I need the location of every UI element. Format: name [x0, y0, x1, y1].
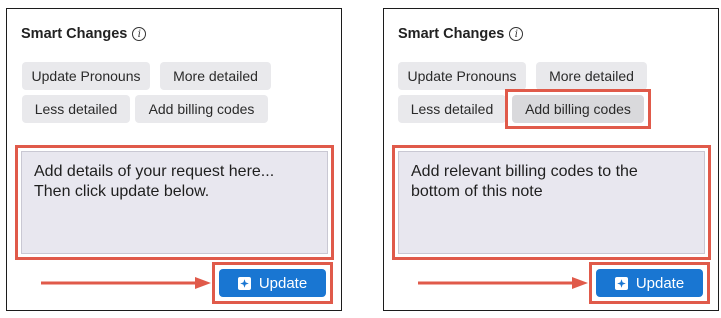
update-button-highlight: Update — [589, 262, 710, 304]
selected-chip-highlight: Add billing codes — [505, 89, 651, 129]
info-icon[interactable]: i — [509, 27, 524, 41]
chip-less-detailed[interactable]: Less detailed — [398, 95, 506, 123]
arrow-to-update-icon — [41, 277, 211, 289]
chip-update-pronouns[interactable]: Update Pronouns — [22, 62, 150, 90]
chip-less-detailed[interactable]: Less detailed — [22, 95, 130, 123]
request-textarea[interactable]: Add details of your request here... Then… — [21, 151, 328, 254]
request-textarea[interactable]: Add relevant billing codes to the bottom… — [398, 151, 705, 254]
smart-changes-panel-initial: Smart Changes i Update Pronouns More det… — [6, 8, 342, 311]
info-icon[interactable]: i — [132, 27, 147, 41]
update-button[interactable]: Update — [596, 269, 703, 297]
arrow-to-update-icon — [418, 277, 588, 289]
chip-more-detailed[interactable]: More detailed — [536, 62, 647, 90]
panel-title-text: Smart Changes — [21, 26, 128, 42]
chip-add-billing-codes[interactable]: Add billing codes — [512, 95, 644, 123]
panel-title: Smart Changes i — [21, 26, 147, 42]
chip-add-billing-codes[interactable]: Add billing codes — [135, 95, 268, 123]
sparkle-edit-icon — [614, 276, 628, 290]
update-button-label: Update — [258, 274, 308, 292]
update-button-label: Update — [635, 274, 685, 292]
smart-changes-panel-filled: Smart Changes i Update Pronouns More det… — [383, 8, 719, 311]
update-button[interactable]: Update — [219, 269, 326, 297]
sparkle-edit-icon — [237, 276, 251, 290]
panel-title: Smart Changes i — [398, 26, 524, 42]
update-button-highlight: Update — [212, 262, 333, 304]
request-textarea-highlight: Add relevant billing codes to the bottom… — [392, 145, 711, 260]
chip-update-pronouns[interactable]: Update Pronouns — [398, 62, 526, 90]
request-textarea-highlight: Add details of your request here... Then… — [15, 145, 334, 260]
panel-title-text: Smart Changes — [398, 26, 505, 42]
chip-more-detailed[interactable]: More detailed — [160, 62, 271, 90]
